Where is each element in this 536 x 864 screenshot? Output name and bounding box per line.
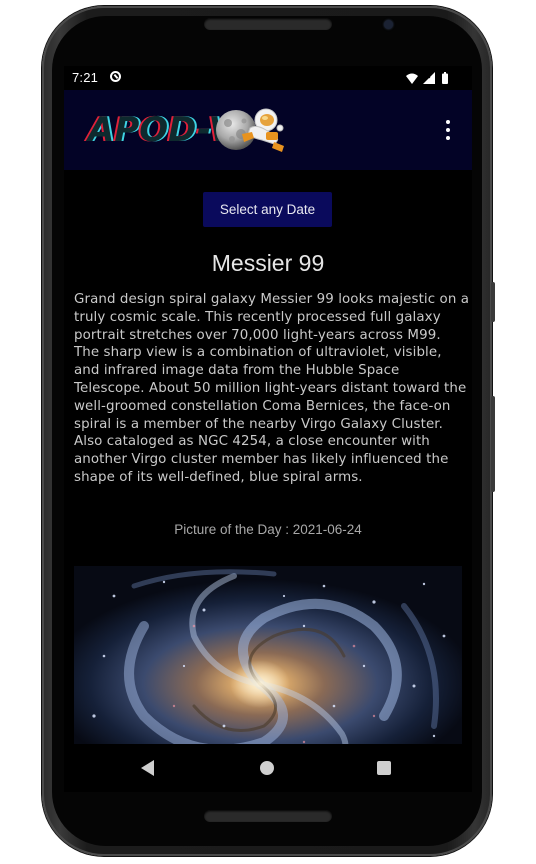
app-screen: 7:21 APOD-V Select any Date Messier 99 G… <box>64 66 472 792</box>
front-camera <box>384 20 393 29</box>
apod-content: Select any Date Messier 99 Grand design … <box>64 170 472 744</box>
battery-icon <box>442 72 448 84</box>
picture-of-the-day-date: Picture of the Day : 2021-06-24 <box>174 522 362 537</box>
power-button <box>491 396 495 492</box>
wifi-icon <box>406 73 418 84</box>
astronaut-icon <box>242 108 284 152</box>
apod-explanation: Grand design spiral galaxy Messier 99 lo… <box>74 292 470 485</box>
volume-button <box>491 282 495 322</box>
sync-circle-icon <box>110 71 121 82</box>
status-time: 7:21 <box>72 70 99 85</box>
galaxy-artwork <box>74 566 462 744</box>
spiral-galaxy-image[interactable] <box>74 566 462 744</box>
bottom-speaker-grille <box>204 810 332 822</box>
back-icon[interactable] <box>141 760 154 776</box>
app-bar: APOD-V <box>64 90 472 170</box>
top-speaker-grille <box>204 18 332 30</box>
apod-title: Messier 99 <box>211 250 325 276</box>
system-navigation-bar <box>64 744 472 792</box>
home-icon[interactable] <box>260 761 274 775</box>
status-icons <box>406 72 448 84</box>
status-bar: 7:21 <box>64 66 472 90</box>
logo-text: APOD-V <box>88 110 235 150</box>
app-logo: APOD-V <box>86 102 286 158</box>
more-vert-icon[interactable] <box>438 118 458 142</box>
recents-icon[interactable] <box>377 761 391 775</box>
cellular-signal-icon <box>423 72 435 84</box>
select-date-button[interactable]: Select any Date <box>203 192 332 227</box>
